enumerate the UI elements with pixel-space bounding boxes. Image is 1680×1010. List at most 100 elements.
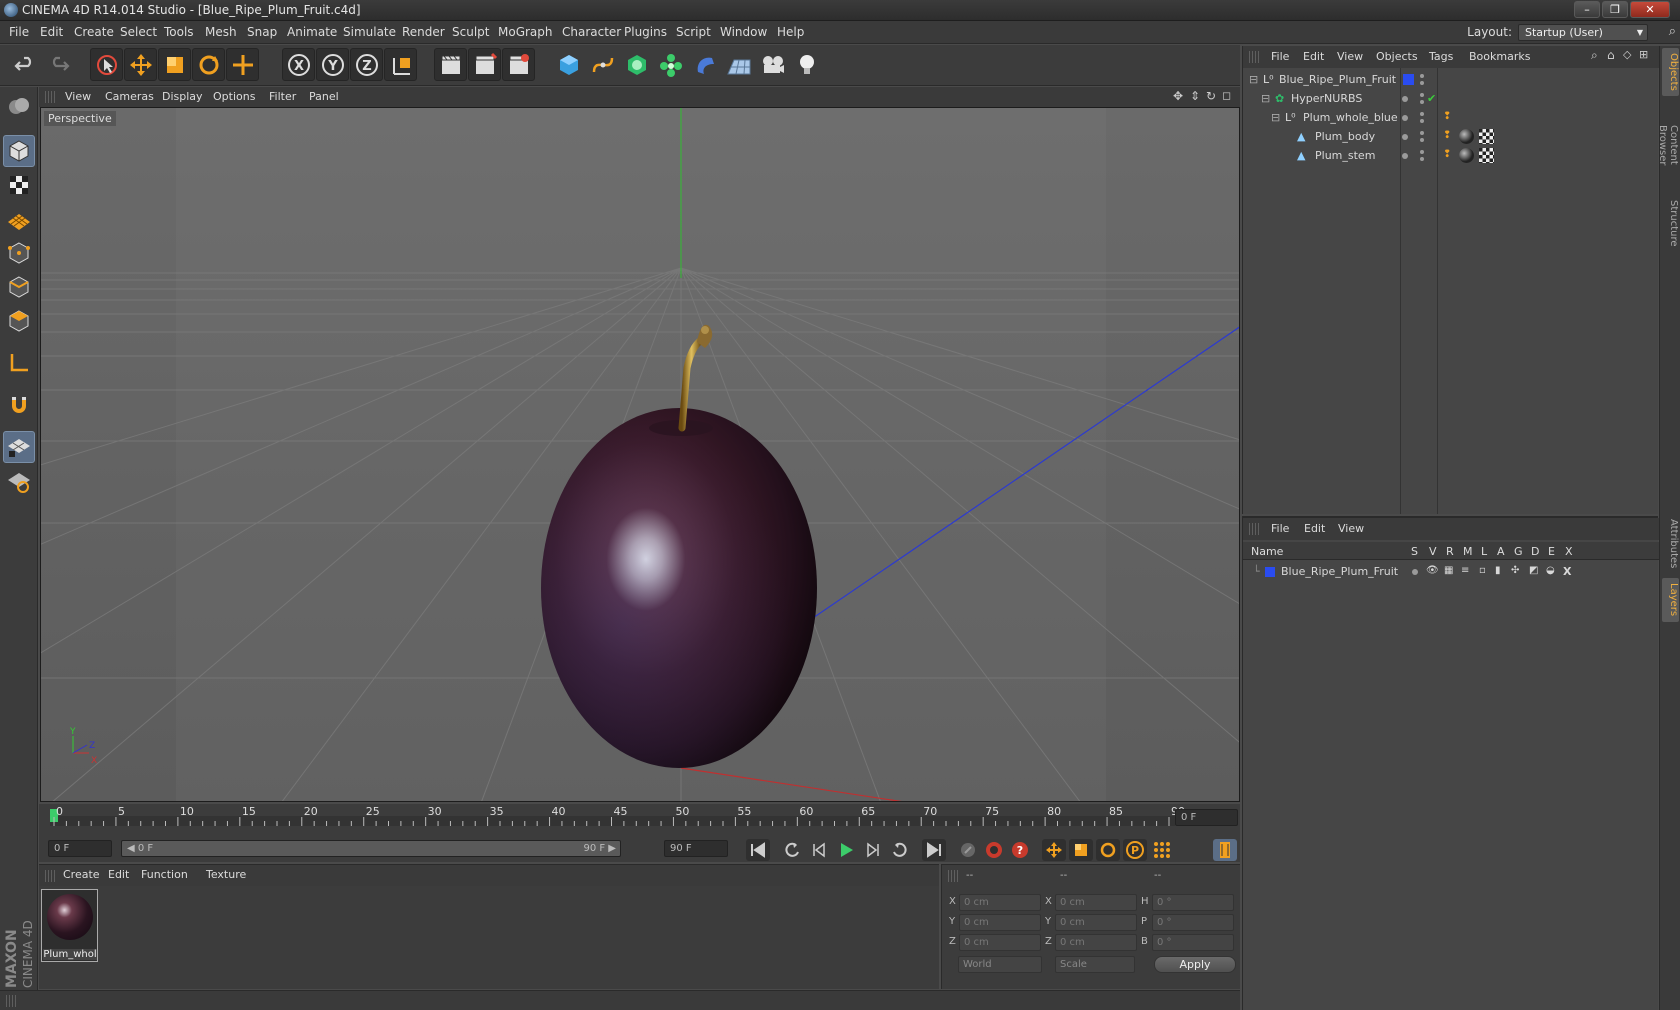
render-settings-icon[interactable]	[502, 48, 535, 81]
visibility-editor-dot[interactable]	[1420, 150, 1424, 154]
material-swatch[interactable]: Plum_whol	[41, 889, 98, 962]
layer-menu-file[interactable]: File	[1271, 522, 1289, 535]
tab-content-browser[interactable]: Content Browser	[1657, 100, 1679, 190]
column-name[interactable]: Name	[1251, 545, 1283, 558]
key-parameter-icon[interactable]: P	[1123, 839, 1147, 861]
menu-mesh[interactable]: Mesh	[205, 25, 237, 39]
object-menu-tags[interactable]: Tags	[1429, 50, 1453, 63]
tree-row-plum-stem[interactable]: ▲ Plum_stem ❢	[1243, 146, 1659, 166]
z-axis-lock-icon[interactable]: Z	[350, 48, 383, 81]
spline-icon[interactable]	[586, 48, 619, 81]
current-frame-field[interactable]: 0 F	[1175, 809, 1238, 826]
layer-render-icon[interactable]: ▦	[1444, 565, 1453, 576]
tree-row-hypernurbs[interactable]: ⊟ ✿ HyperNURBS ✔	[1243, 89, 1659, 109]
material-menu-function[interactable]: Function	[141, 868, 188, 881]
layer-menu-view[interactable]: View	[1338, 522, 1364, 535]
viewport-menu-cameras[interactable]: Cameras	[105, 90, 154, 103]
position-z-field[interactable]: 0 cm	[959, 934, 1041, 951]
phong-tag-icon[interactable]: ❢	[1443, 111, 1451, 122]
close-button[interactable]: ✕	[1630, 1, 1670, 18]
camera-icon[interactable]	[756, 48, 789, 81]
locked-workplane-icon[interactable]	[3, 431, 35, 463]
tree-row-plum-body[interactable]: ▲ Plum_body ❢	[1243, 127, 1659, 147]
toggle-view-icon[interactable]: ◻	[1222, 89, 1231, 102]
dolly-view-icon[interactable]: ⇕	[1190, 89, 1200, 103]
rotate-view-icon[interactable]: ↻	[1206, 89, 1216, 103]
new-panel-icon[interactable]: ⊞	[1639, 48, 1648, 61]
model-mode-icon[interactable]	[3, 135, 35, 167]
timeline-ruler[interactable]: 051015202530354045505560657075808590 0 F	[39, 804, 1240, 836]
enabled-checkmark-icon[interactable]: ✔	[1427, 92, 1436, 105]
autokeying-icon[interactable]	[982, 839, 1006, 861]
object-menu-bookmarks[interactable]: Bookmarks	[1469, 50, 1530, 63]
snap-magnet-icon[interactable]	[3, 389, 35, 421]
apply-button[interactable]: Apply	[1154, 956, 1236, 973]
panel-grip[interactable]	[45, 870, 55, 882]
rotate-icon[interactable]	[192, 48, 225, 81]
position-x-field[interactable]: 0 cm	[959, 894, 1041, 911]
layer-row[interactable]: └ Blue_Ripe_Plum_Fruit 👁 ▦ ≡ ▫ ▮ ✣ ◩ ◒ X	[1243, 562, 1659, 582]
go-to-start-icon[interactable]	[746, 839, 770, 861]
maximize-button[interactable]: ❐	[1602, 1, 1628, 18]
live-selection-icon[interactable]	[90, 48, 123, 81]
next-frame-icon[interactable]	[861, 839, 885, 861]
next-key-icon[interactable]	[888, 839, 912, 861]
visibility-render-dot[interactable]	[1420, 100, 1424, 104]
x-axis-lock-icon[interactable]: X	[282, 48, 315, 81]
column-render[interactable]: R	[1446, 545, 1454, 558]
layer-animation-icon[interactable]: ▮	[1495, 565, 1501, 576]
viewport-menu-options[interactable]: Options	[213, 90, 255, 103]
panel-grip[interactable]	[948, 870, 958, 882]
size-z-field[interactable]: 0 cm	[1055, 934, 1137, 951]
rotation-b-field[interactable]: 0 °	[1152, 934, 1234, 951]
menu-snap[interactable]: Snap	[247, 25, 277, 39]
tree-row-blue-ripe-plum-fruit[interactable]: ⊟ L⁰ Blue_Ripe_Plum_Fruit	[1243, 70, 1659, 90]
home-icon[interactable]: ⌂	[1607, 48, 1615, 62]
object-menu-edit[interactable]: Edit	[1303, 50, 1324, 63]
edges-mode-icon[interactable]	[3, 271, 35, 303]
layer-generators-icon[interactable]: ✣	[1511, 565, 1519, 576]
layer-manager-icon[interactable]: ≡	[1461, 565, 1469, 576]
menu-help[interactable]: Help	[777, 25, 804, 39]
tab-attributes[interactable]: Attributes	[1662, 514, 1679, 574]
visibility-dot[interactable]	[1402, 153, 1408, 159]
layout-dropdown[interactable]: Startup (User)	[1518, 23, 1648, 41]
rotation-h-field[interactable]: 0 °	[1152, 894, 1234, 911]
render-picture-viewer-icon[interactable]	[468, 48, 501, 81]
phong-tag-icon[interactable]: ❢	[1443, 130, 1451, 141]
column-solo[interactable]: S	[1411, 545, 1418, 558]
object-menu-objects[interactable]: Objects	[1376, 50, 1418, 63]
light-icon[interactable]	[790, 48, 823, 81]
menu-script[interactable]: Script	[676, 25, 711, 39]
column-expressions[interactable]: E	[1548, 545, 1555, 558]
panel-grip[interactable]	[45, 91, 55, 103]
layer-solo-dot[interactable]	[1412, 569, 1418, 575]
make-editable-icon[interactable]	[3, 91, 35, 123]
layer-color-swatch[interactable]	[1265, 567, 1275, 577]
visibility-render-dot[interactable]	[1420, 138, 1424, 142]
material-tag-icon[interactable]	[1459, 148, 1474, 163]
visibility-render-dot[interactable]	[1420, 119, 1424, 123]
tab-layers[interactable]: Layers	[1662, 578, 1679, 622]
visibility-editor-dot[interactable]	[1420, 74, 1424, 78]
cube-primitive-icon[interactable]	[552, 48, 585, 81]
workplane-mode-icon[interactable]	[3, 203, 35, 235]
material-menu-edit[interactable]: Edit	[108, 868, 129, 881]
column-xref[interactable]: X	[1565, 545, 1573, 558]
previous-key-icon[interactable]	[780, 839, 804, 861]
texture-tag-icon[interactable]	[1479, 148, 1494, 163]
go-to-end-icon[interactable]	[922, 839, 946, 861]
phong-tag-icon[interactable]: ❢	[1443, 149, 1451, 160]
start-frame-field[interactable]: 0 F	[48, 840, 112, 857]
polygons-mode-icon[interactable]	[3, 305, 35, 337]
play-icon[interactable]	[834, 839, 858, 861]
texture-tag-icon[interactable]	[1479, 129, 1494, 144]
menu-create[interactable]: Create	[74, 25, 114, 39]
pan-view-icon[interactable]: ✥	[1173, 89, 1183, 103]
axis-mode-icon[interactable]	[3, 347, 35, 379]
visibility-dot[interactable]	[1402, 115, 1408, 121]
menu-mograph[interactable]: MoGraph	[498, 25, 553, 39]
visibility-dot[interactable]	[1402, 134, 1408, 140]
texture-mode-icon[interactable]	[3, 169, 35, 201]
keyframe-selection-icon[interactable]: ?	[1008, 839, 1032, 861]
